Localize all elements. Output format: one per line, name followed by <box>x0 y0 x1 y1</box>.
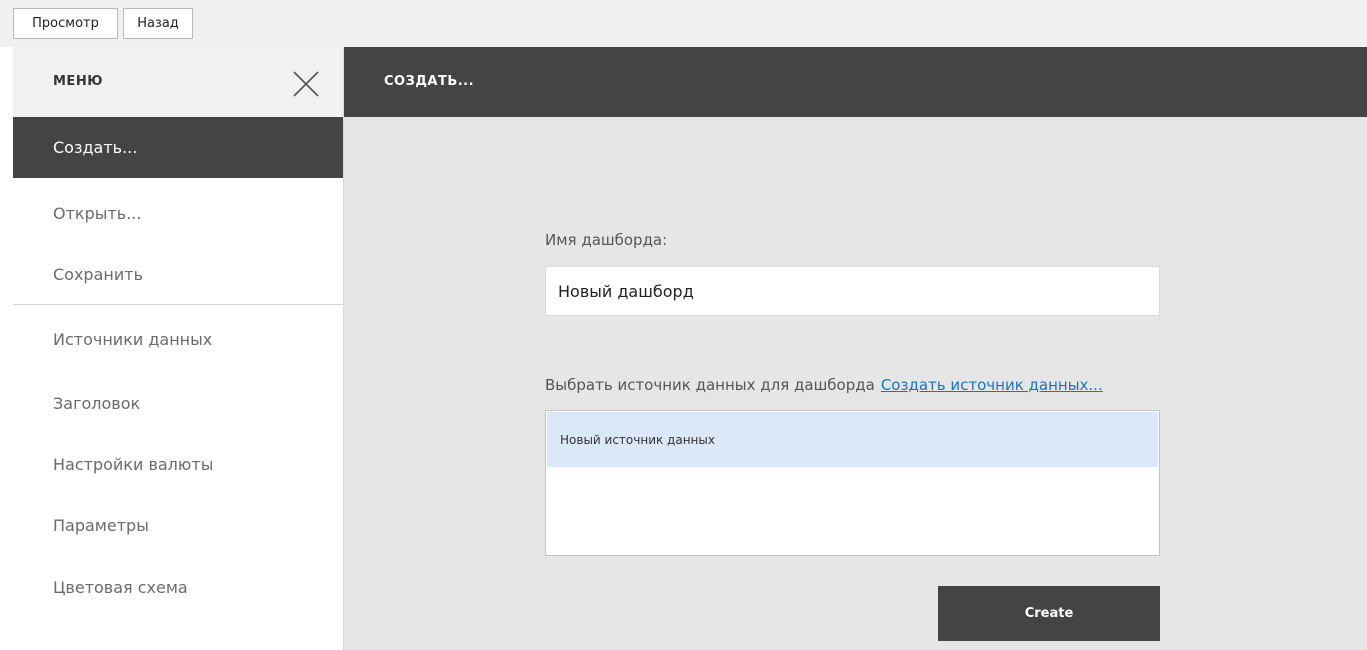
data-source-label: Выбрать источник данных для дашборда <box>545 376 875 394</box>
create-data-source-link[interactable]: Создать источник данных... <box>881 376 1103 394</box>
list-item[interactable]: Новый источник данных <box>547 412 1158 467</box>
view-button[interactable]: Просмотр <box>13 8 118 39</box>
create-button[interactable]: Create <box>938 586 1160 641</box>
menu-divider <box>13 304 343 305</box>
menu-item-save[interactable]: Сохранить <box>13 244 343 305</box>
menu-header: МЕНЮ <box>13 47 343 117</box>
dashboard-name-label: Имя дашборда: <box>545 231 668 249</box>
menu-item-open[interactable]: Открыть... <box>13 183 343 244</box>
back-button[interactable]: Назад <box>123 8 193 39</box>
menu-item-data-sources[interactable]: Источники данных <box>13 309 343 370</box>
menu-panel: МЕНЮ Создать... Открыть... Сохранить Ист… <box>13 47 344 650</box>
page-title: СОЗДАТЬ... <box>384 74 475 89</box>
menu-title: МЕНЮ <box>53 74 103 89</box>
main-header: СОЗДАТЬ... <box>344 47 1367 117</box>
top-toolbar: Просмотр Назад <box>0 0 1367 47</box>
menu-item-color-scheme[interactable]: Цветовая схема <box>13 557 343 618</box>
data-source-row: Выбрать источник данных для дашборда Созд… <box>545 376 1103 394</box>
data-source-list[interactable]: Новый источник данных <box>545 410 1160 556</box>
dashboard-name-input[interactable] <box>545 266 1160 316</box>
main-content: СОЗДАТЬ... Имя дашборда: Выбрать источни… <box>344 47 1367 650</box>
menu-item-title[interactable]: Заголовок <box>13 373 343 434</box>
close-icon[interactable] <box>291 69 321 99</box>
menu-item-currency-settings[interactable]: Настройки валюты <box>13 434 343 495</box>
menu-item-parameters[interactable]: Параметры <box>13 495 343 556</box>
menu-item-create[interactable]: Создать... <box>13 117 343 178</box>
